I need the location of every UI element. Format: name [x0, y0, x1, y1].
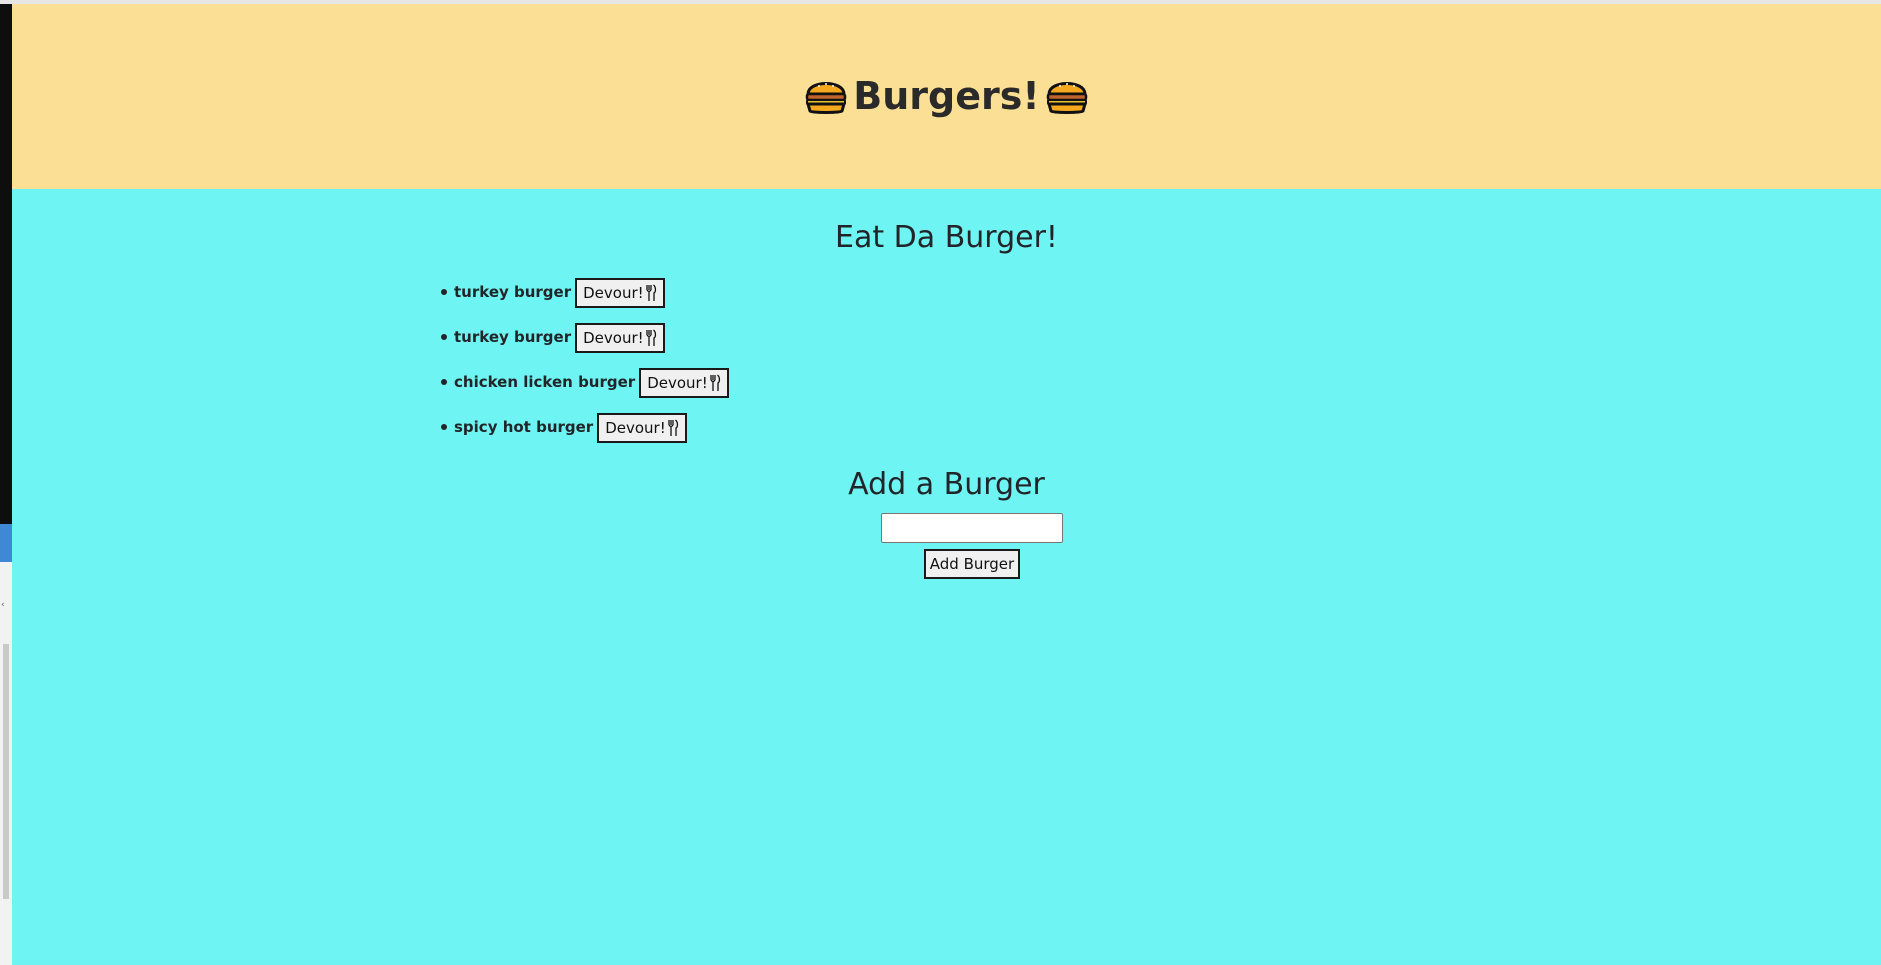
fork-knife-icon	[710, 374, 720, 391]
fork-knife-icon	[668, 419, 678, 436]
devour-label: Devour!	[605, 419, 666, 437]
burger-name: spicy hot burger	[454, 418, 594, 436]
list-item: chicken licken burger Devour!	[441, 368, 729, 413]
bullet-icon	[441, 289, 447, 295]
burger-name: turkey burger	[454, 328, 572, 346]
devour-button[interactable]: Devour!	[639, 368, 729, 398]
devour-button[interactable]: Devour!	[575, 278, 665, 308]
edge-highlight	[0, 524, 12, 562]
fork-knife-icon	[646, 329, 656, 346]
devour-button[interactable]: Devour!	[597, 413, 687, 443]
devour-label: Devour!	[583, 329, 644, 347]
page-title: Burgers!	[853, 74, 1040, 118]
fork-knife-icon	[646, 284, 656, 301]
bullet-icon	[441, 334, 447, 340]
bullet-icon	[441, 424, 447, 430]
burger-name: turkey burger	[454, 283, 572, 301]
page-header: Burgers!	[12, 4, 1881, 189]
bullet-icon	[441, 379, 447, 385]
window-left-edge: ‹	[0, 4, 12, 965]
burger-name-input[interactable]	[881, 513, 1063, 543]
scroll-arrow-icon[interactable]: ‹	[1, 600, 5, 610]
add-section-title: Add a Burger	[848, 467, 1045, 502]
burger-list: turkey burger Devour! turkey burger Devo…	[441, 278, 729, 458]
list-item: turkey burger Devour!	[441, 323, 729, 368]
burger-icon	[806, 82, 847, 114]
devour-button[interactable]: Devour!	[575, 323, 665, 353]
devour-label: Devour!	[647, 374, 708, 392]
scrollbar-thumb[interactable]	[3, 644, 9, 899]
devour-label: Devour!	[583, 284, 644, 302]
eat-section-title: Eat Da Burger!	[835, 220, 1058, 255]
main-content: Eat Da Burger! turkey burger Devour! tur…	[12, 189, 1881, 961]
list-item: spicy hot burger Devour!	[441, 413, 729, 458]
burger-name: chicken licken burger	[454, 373, 636, 391]
page-title-row: Burgers!	[12, 71, 1881, 121]
burger-icon	[1046, 82, 1087, 114]
list-item: turkey burger Devour!	[441, 278, 729, 323]
add-burger-button[interactable]: Add Burger	[924, 549, 1020, 579]
